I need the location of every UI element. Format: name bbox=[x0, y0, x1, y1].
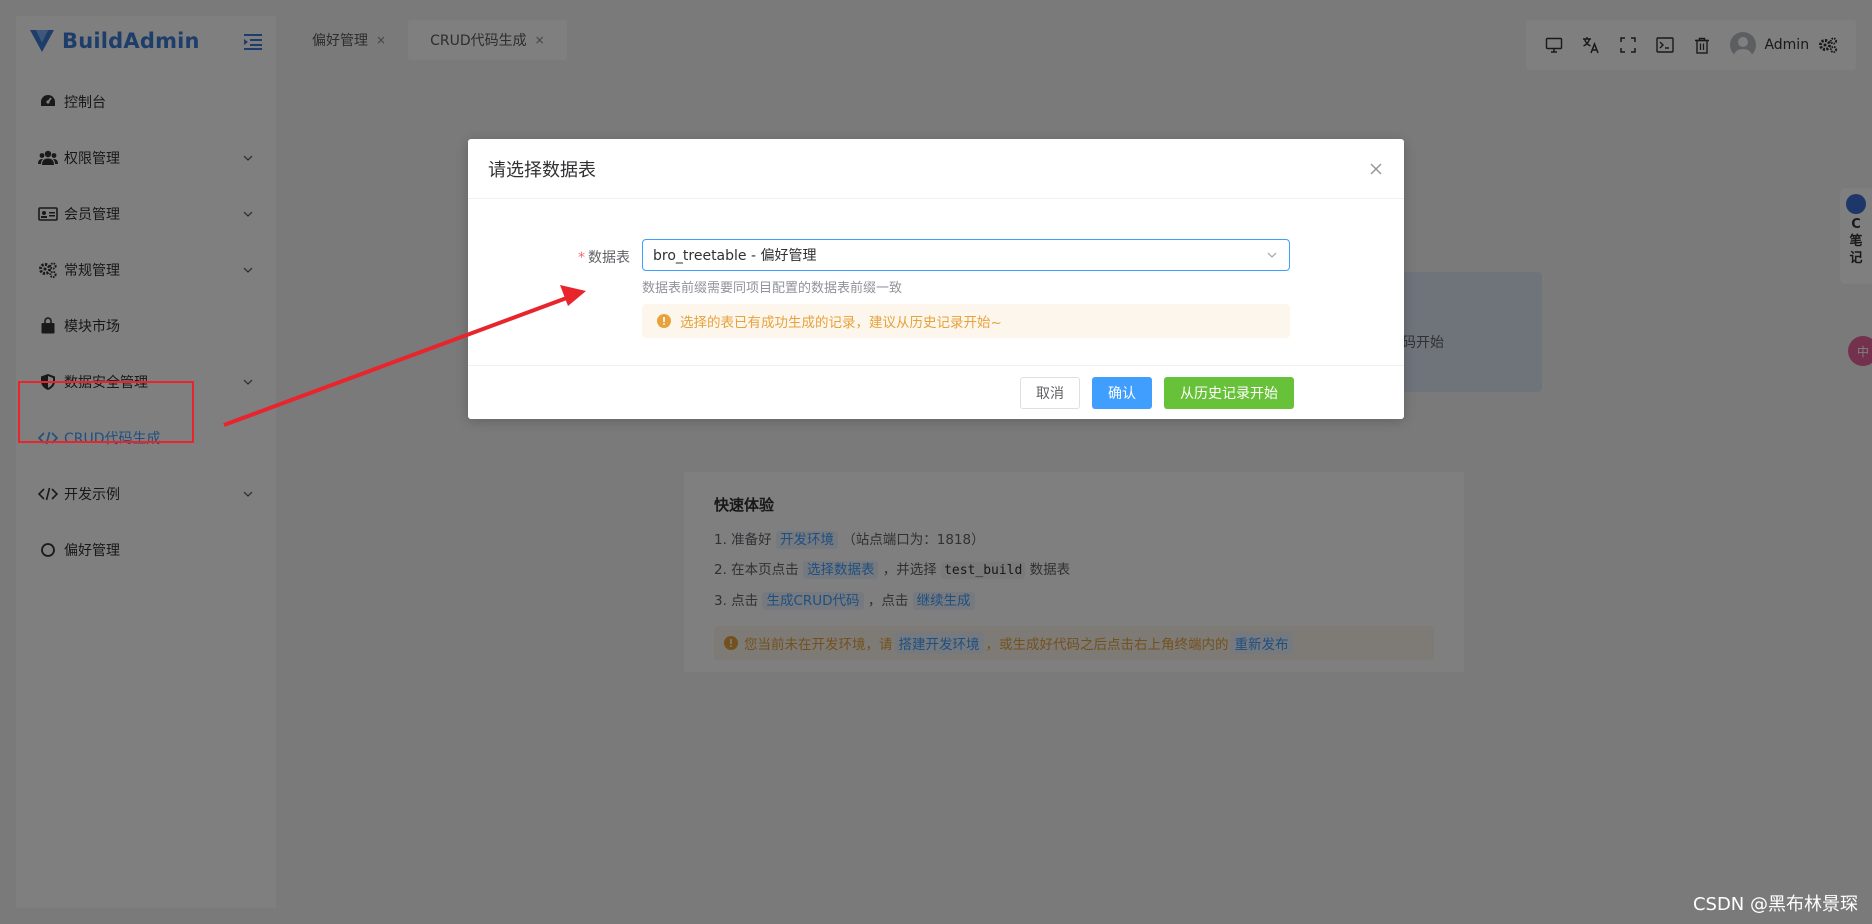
table-help-text: 数据表前缀需要同项目配置的数据表前缀一致 bbox=[642, 281, 903, 296]
alert-text: 选择的表已有成功生成的记录，建议从历史记录开始~ bbox=[680, 315, 1002, 331]
history-alert: 选择的表已有成功生成的记录，建议从历史记录开始~ bbox=[642, 304, 1290, 338]
select-table-dialog: 请选择数据表 * 数据表 bro_treetable - 偏好管理 数据表前缀需要… bbox=[468, 139, 1404, 419]
table-form-row: * 数据表 bro_treetable - 偏好管理 数据表前缀需要同项目配置的数… bbox=[564, 239, 1290, 338]
table-field: bro_treetable - 偏好管理 数据表前缀需要同项目配置的数据表前缀一… bbox=[642, 239, 1290, 338]
dialog-footer: 取消 确认 从历史记录开始 bbox=[468, 365, 1404, 419]
cancel-button[interactable]: 取消 bbox=[1020, 376, 1080, 409]
dialog-header: 请选择数据表 bbox=[468, 139, 1404, 199]
watermark: CSDN @黑布林景琛 bbox=[1692, 894, 1858, 915]
chevron-down-icon bbox=[1267, 252, 1277, 258]
table-field-label: * 数据表 bbox=[564, 239, 630, 267]
close-icon[interactable] bbox=[1368, 161, 1384, 177]
start-from-history-button[interactable]: 从历史记录开始 bbox=[1164, 376, 1294, 409]
warning-icon bbox=[657, 314, 671, 328]
dialog-title: 请选择数据表 bbox=[488, 159, 596, 181]
required-mark: * bbox=[578, 250, 585, 266]
confirm-button[interactable]: 确认 bbox=[1092, 376, 1152, 409]
table-select[interactable]: bro_treetable - 偏好管理 bbox=[642, 239, 1290, 271]
field-label-text: 数据表 bbox=[588, 250, 630, 266]
table-select-value: bro_treetable - 偏好管理 bbox=[653, 248, 817, 264]
